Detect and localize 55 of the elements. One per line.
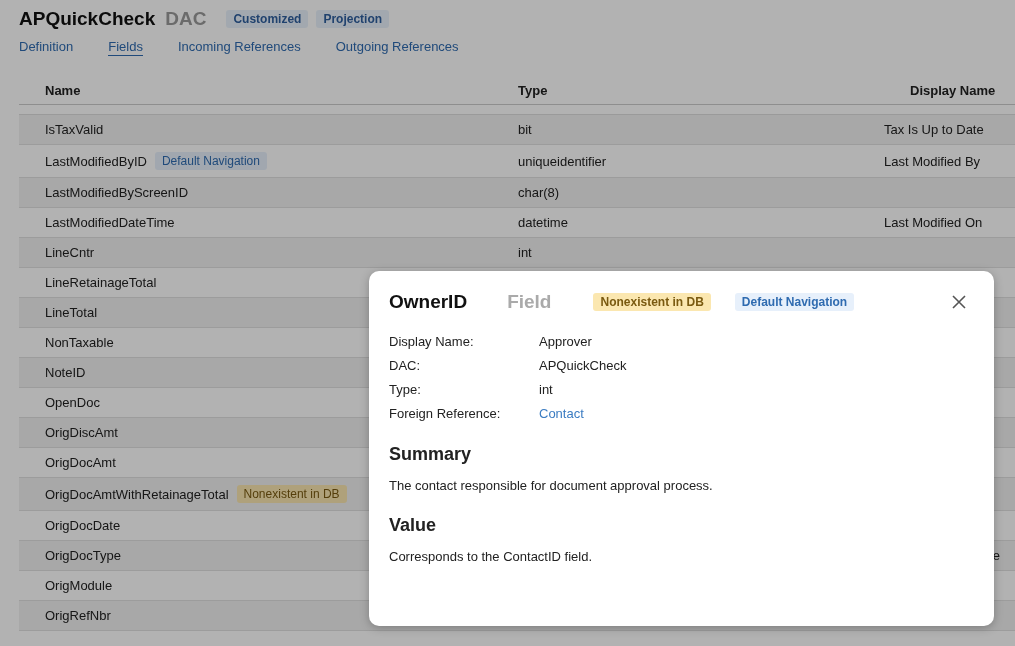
table-cell: int [518, 245, 532, 260]
table-cell: OpenDoc [45, 395, 100, 410]
property-value: Approver [539, 334, 592, 349]
status-tag: Customized [226, 10, 309, 28]
table-cell: LineRetainageTotal [45, 275, 157, 290]
table-cell: OrigDocAmt [45, 455, 116, 470]
table-cell: Tax Is Up to Date [884, 122, 984, 137]
table-cell: OrigDocDate [45, 518, 121, 533]
table-cell: bit [518, 122, 532, 137]
section-text: The contact responsible for document approval process. [389, 478, 714, 493]
table-cell: OrigDiscAmt [45, 425, 118, 440]
dialog-title: OwnerID [389, 291, 468, 313]
column-header: Type [517, 82, 549, 98]
table-cell: NoteID [45, 365, 86, 380]
property-label: Type: [389, 381, 422, 398]
table-cell: OrigModule [45, 578, 113, 593]
tab[interactable]: Outgoing References [335, 39, 459, 56]
status-tag: Projection [316, 10, 390, 28]
column-header: Display Name [909, 82, 997, 98]
table-cell: Last Modified On [884, 215, 983, 230]
property-label: Display Name: [389, 333, 475, 350]
reference-link[interactable]: Contact [539, 406, 584, 421]
section-text: Corresponds to the ContactID field. [389, 549, 594, 564]
status-tag: Nonexistent in DB [236, 485, 347, 503]
table-cell: LastModifiedByID [45, 153, 147, 169]
entity-kind-label: DAC [165, 8, 207, 30]
section-heading: Value [389, 515, 438, 536]
close-icon[interactable] [952, 295, 966, 309]
table-cell: char(8) [518, 185, 560, 200]
table-cell: LastModifiedDateTime [45, 215, 175, 230]
table-cell: OrigDocType [45, 548, 121, 563]
status-tag: Nonexistent in DB [593, 293, 711, 311]
property-label: Foreign Reference: [389, 405, 502, 422]
table-cell: LastModifiedByScreenID [45, 185, 189, 200]
status-tag: Default Navigation [734, 293, 855, 311]
table-cell: NonTaxable [45, 335, 114, 350]
table-cell: Last Modified By [884, 153, 981, 169]
table-cell: datetime [518, 215, 568, 230]
property-label: DAC: [389, 357, 422, 374]
tab[interactable]: Fields [108, 39, 143, 56]
property-value: APQuickCheck [539, 358, 627, 373]
tab[interactable]: Definition [19, 39, 74, 56]
section-heading: Summary [389, 444, 473, 465]
table-cell: LineTotal [45, 305, 98, 320]
property-value: int [539, 382, 553, 397]
table-cell: LineCntr [45, 245, 95, 260]
entity-kind-label: Field [507, 291, 552, 313]
table-cell: OrigDocAmtWithRetainageTotal [45, 486, 229, 502]
tab[interactable]: Incoming References [177, 39, 301, 56]
column-header: Name [44, 82, 82, 98]
table-cell: OrigRefNbr [45, 608, 111, 623]
table-cell: uniqueidentifier [518, 153, 607, 169]
status-tag: Default Navigation [154, 152, 267, 170]
page-title: APQuickCheck [19, 8, 156, 30]
table-cell: IsTaxValid [45, 122, 104, 137]
